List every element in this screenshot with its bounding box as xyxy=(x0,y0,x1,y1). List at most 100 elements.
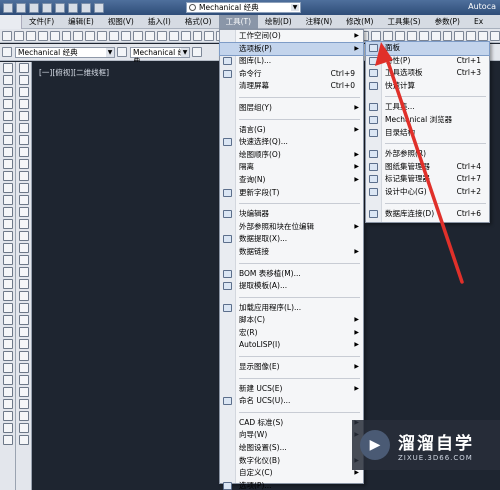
tool-icon[interactable] xyxy=(2,207,13,217)
tool-icon[interactable] xyxy=(2,375,13,385)
redo-icon[interactable] xyxy=(94,2,104,13)
tool-icon[interactable] xyxy=(18,375,29,385)
tool-icon[interactable] xyxy=(18,255,29,265)
tools-menu-item[interactable]: 块编辑器 xyxy=(220,208,363,221)
tool-icon[interactable] xyxy=(2,147,13,157)
tool-icon[interactable] xyxy=(2,231,13,241)
tool-icon[interactable] xyxy=(2,63,13,73)
tool-icon[interactable] xyxy=(18,327,29,337)
tool-icon[interactable] xyxy=(18,231,29,241)
workspace-select[interactable]: Mechanical 经典 ▼ xyxy=(186,2,301,13)
tool-icon[interactable] xyxy=(2,435,13,445)
tool-icon[interactable] xyxy=(18,315,29,325)
tool-icon[interactable] xyxy=(2,267,13,277)
undo-icon[interactable] xyxy=(81,2,91,13)
tool-icon[interactable] xyxy=(2,111,13,121)
tools-menu-item[interactable]: AutoLISP(I) ▶ xyxy=(220,339,363,352)
palettes-menu-item[interactable]: 外部参照(R) xyxy=(366,148,489,161)
tools-menu-item[interactable]: 查询(N) ▶ xyxy=(220,174,363,187)
toolbar-tool-icon[interactable] xyxy=(490,30,500,41)
toolbar-tool-icon[interactable] xyxy=(466,30,477,41)
tool-icon[interactable] xyxy=(18,123,29,133)
tools-menu-item[interactable]: 图库(L)... xyxy=(220,55,363,68)
palettes-menu-item[interactable]: 特性(P) Ctrl+1 xyxy=(366,55,489,68)
save-as-icon[interactable] xyxy=(55,2,65,13)
tool-icon[interactable] xyxy=(18,267,29,277)
tool-icon[interactable] xyxy=(18,399,29,409)
tools-menu-item[interactable]: 绘图顺序(O) ▶ xyxy=(220,149,363,162)
toolbar-tool-icon[interactable] xyxy=(85,30,96,41)
tool-icon[interactable] xyxy=(2,99,13,109)
tools-menu-item[interactable]: 命令行 Ctrl+9 xyxy=(220,68,363,81)
tool-icon[interactable] xyxy=(18,243,29,253)
tools-menu-item[interactable]: 加载应用程序(L)... xyxy=(220,302,363,315)
layer-properties-icon[interactable] xyxy=(192,47,202,57)
viewport-label[interactable]: [一][俯视][二维线框] xyxy=(39,67,109,78)
tool-icon[interactable] xyxy=(18,387,29,397)
tool-icon[interactable] xyxy=(18,75,29,85)
palettes-menu-item[interactable]: 快速计算 xyxy=(366,80,489,93)
palettes-menu-item[interactable]: 标记集管理器 Ctrl+7 xyxy=(366,173,489,186)
menu-item[interactable]: 参数(P) xyxy=(428,15,467,29)
menu-item[interactable]: Ex xyxy=(467,15,490,29)
tools-menu-item[interactable]: 数据链接 ▶ xyxy=(220,246,363,259)
toolbar-tool-icon[interactable] xyxy=(430,30,441,41)
tool-icon[interactable] xyxy=(18,351,29,361)
tools-menu-item[interactable]: 命名 UCS(U)... xyxy=(220,395,363,408)
tools-menu-item[interactable]: 语言(G) ▶ xyxy=(220,124,363,137)
tool-icon[interactable] xyxy=(18,135,29,145)
tools-menu-item[interactable]: 数字化仪(B)▶ xyxy=(220,455,363,468)
tool-icon[interactable] xyxy=(18,159,29,169)
tools-menu-item[interactable]: 隔离 ▶ xyxy=(220,161,363,174)
tool-icon[interactable] xyxy=(18,303,29,313)
toolbar-tool-icon[interactable] xyxy=(37,30,48,41)
tool-icon[interactable] xyxy=(18,87,29,97)
tools-menu-item[interactable]: 宏(R) ▶ xyxy=(220,327,363,340)
tool-icon[interactable] xyxy=(2,363,13,373)
tools-menu-item[interactable]: 新建 UCS(E) ▶ xyxy=(220,383,363,396)
tool-icon[interactable] xyxy=(2,159,13,169)
toolbar-tool-icon[interactable] xyxy=(132,30,143,41)
tool-icon[interactable] xyxy=(2,315,13,325)
tool-icon[interactable] xyxy=(2,171,13,181)
menu-item[interactable]: 插入(I) xyxy=(141,15,178,29)
toolbar-tool-icon[interactable] xyxy=(13,30,24,41)
toolbar-tool-icon[interactable] xyxy=(73,30,84,41)
toolbar-tool-icon[interactable] xyxy=(97,30,108,41)
menu-item[interactable]: 绘制(D) xyxy=(258,15,299,29)
menu-item[interactable]: 工具(T) xyxy=(218,14,259,29)
toolbar-tool-icon[interactable] xyxy=(454,30,465,41)
toolbar-tool-icon[interactable] xyxy=(371,30,381,41)
toolbar-tool-icon[interactable] xyxy=(383,30,393,41)
palettes-menu-item[interactable]: 工具选项板 Ctrl+3 xyxy=(366,67,489,80)
tools-menu-item[interactable]: BOM 表移植(M)... xyxy=(220,268,363,281)
toolbar-tool-icon[interactable] xyxy=(180,30,191,41)
tool-icon[interactable] xyxy=(2,123,13,133)
tool-icon[interactable] xyxy=(2,255,13,265)
tool-icon[interactable] xyxy=(18,63,29,73)
tools-menu-item[interactable]: 外部参照和块在位编辑 ▶ xyxy=(220,221,363,234)
tool-icon[interactable] xyxy=(2,411,13,421)
palettes-menu-item[interactable]: Mechanical 浏览器 xyxy=(366,114,489,127)
tools-menu-item[interactable]: 显示图像(E) ▶ xyxy=(220,361,363,374)
tool-icon[interactable] xyxy=(18,279,29,289)
print-icon[interactable] xyxy=(68,2,78,13)
open-file-icon[interactable] xyxy=(29,2,39,13)
tool-icon[interactable] xyxy=(2,243,13,253)
tool-icon[interactable] xyxy=(2,219,13,229)
tool-icon[interactable] xyxy=(18,111,29,121)
menu-item[interactable]: 编辑(E) xyxy=(61,15,101,29)
tool-icon[interactable] xyxy=(18,339,29,349)
palettes-menu-item[interactable]: 面板 xyxy=(365,41,490,56)
tool-icon[interactable] xyxy=(2,351,13,361)
toolbar-tool-icon[interactable] xyxy=(418,30,429,41)
tool-icon[interactable] xyxy=(2,387,13,397)
tools-menu-item[interactable]: 工作空间(O) ▶ xyxy=(220,30,363,43)
toolbar-tool-icon[interactable] xyxy=(156,30,167,41)
new-file-icon[interactable] xyxy=(16,2,26,13)
toolbar-tool-icon[interactable] xyxy=(25,30,36,41)
menu-item[interactable]: 格式(O) xyxy=(178,15,219,29)
tool-icon[interactable] xyxy=(2,87,13,97)
tool-icon[interactable] xyxy=(2,75,13,85)
tools-menu-item[interactable]: 自定义(C) ▶ xyxy=(220,467,363,480)
